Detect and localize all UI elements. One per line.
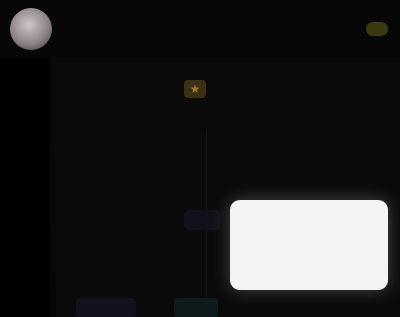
- topbar-title: [66, 10, 366, 24]
- top-bar: [0, 0, 400, 58]
- app-screen: ★: [0, 0, 400, 317]
- left-gutter: [0, 58, 50, 317]
- list-item: [70, 156, 390, 172]
- avatar[interactable]: [10, 8, 52, 50]
- popup-text: [242, 212, 376, 278]
- popup-card[interactable]: [230, 200, 388, 290]
- tag-chip[interactable]: [174, 298, 218, 317]
- star-icon[interactable]: ★: [184, 80, 206, 98]
- list-item: [70, 130, 390, 146]
- tag-chip[interactable]: [184, 210, 220, 230]
- panel-header: [70, 80, 270, 98]
- status-badge: [366, 22, 388, 36]
- topbar-subtitle: [66, 27, 366, 41]
- tag-chip[interactable]: [76, 298, 136, 317]
- list-item: [70, 182, 390, 198]
